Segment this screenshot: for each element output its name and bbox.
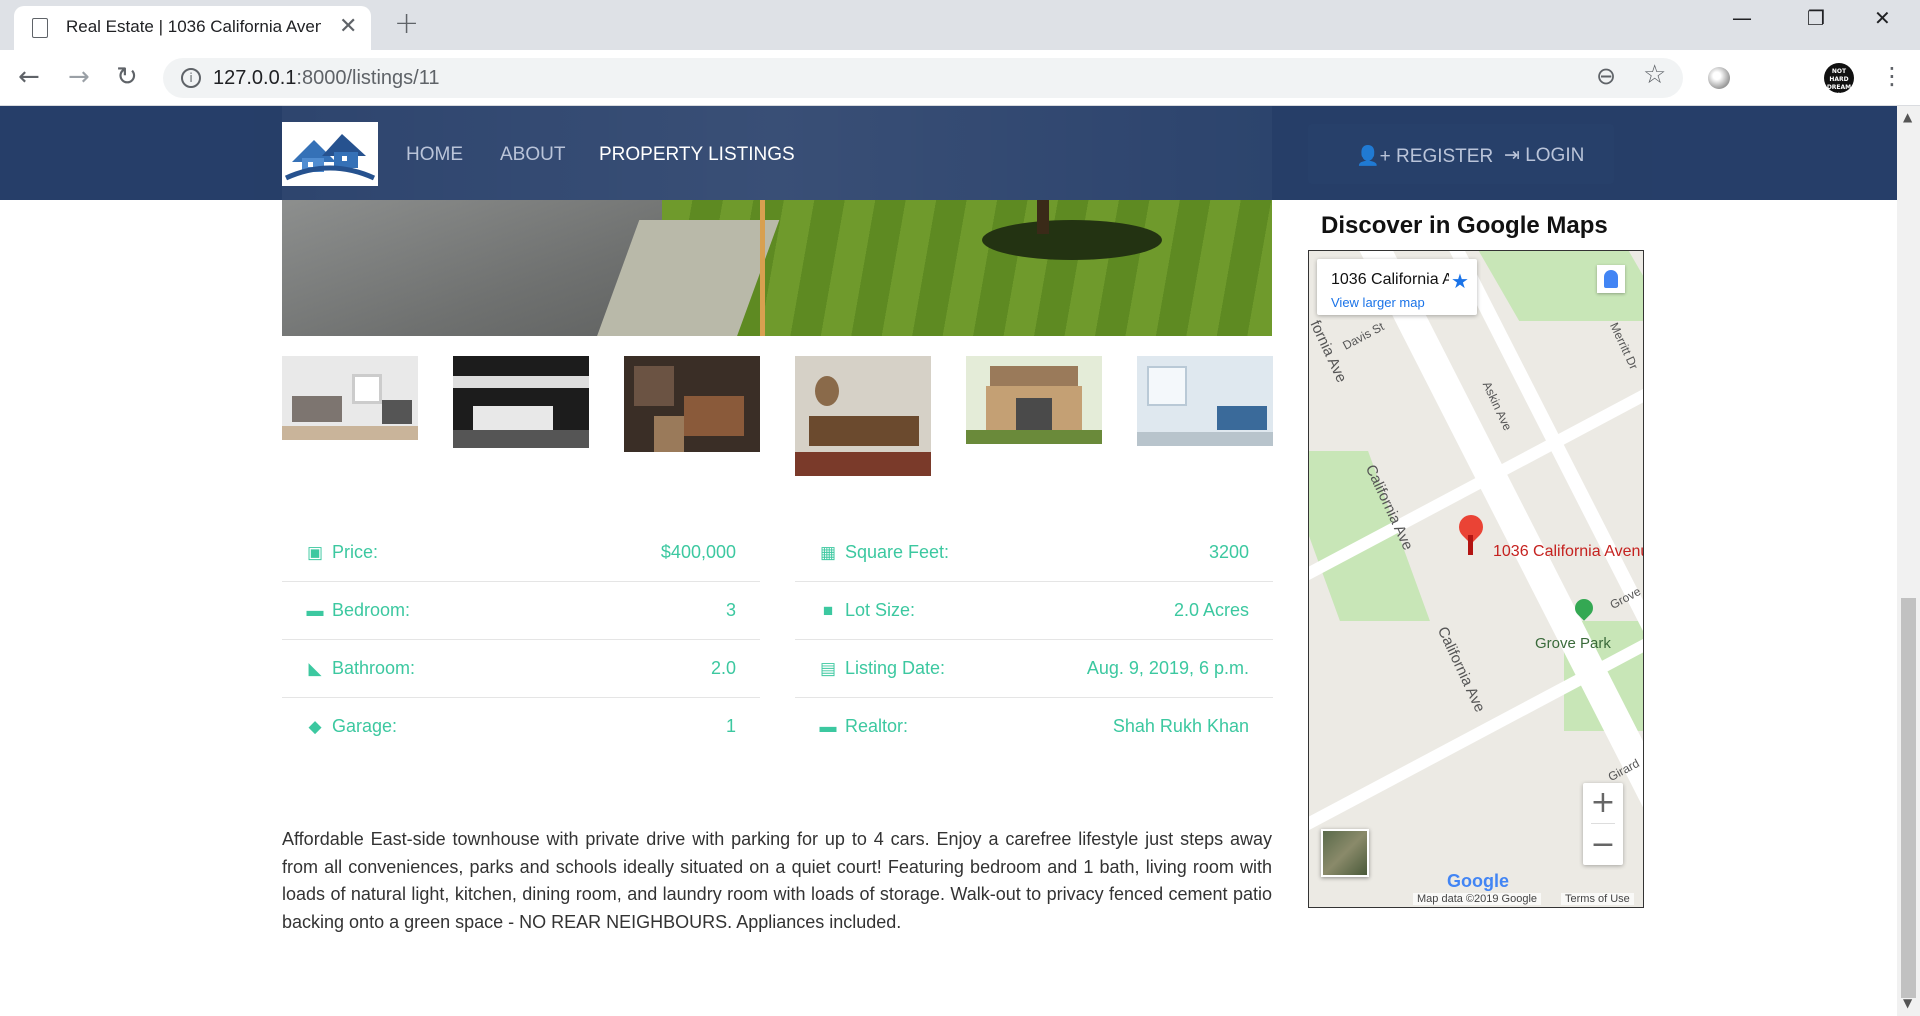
google-logo: Google	[1447, 871, 1509, 891]
browser-tab[interactable]: Real Estate | 1036 California Aven ✕	[14, 6, 371, 50]
satellite-toggle[interactable]	[1321, 829, 1369, 877]
listing-main-image	[282, 200, 1272, 336]
new-tab-button[interactable]: +	[394, 6, 419, 41]
nav-about[interactable]: ABOUT	[500, 144, 565, 166]
calendar-icon: ▤	[819, 659, 837, 678]
site-logo[interactable]	[282, 122, 378, 186]
scroll-down-arrow-icon[interactable]: ▼	[1903, 996, 1912, 1010]
scroll-up-arrow-icon[interactable]: ▲	[1903, 110, 1912, 124]
thumbnail-bathroom[interactable]	[1137, 356, 1273, 446]
thumbnail-kitchen[interactable]	[624, 356, 760, 452]
auth-links: 👤+ REGISTER ⇥ LOGIN	[1308, 124, 1614, 184]
listing-description: Affordable East-side townhouse with priv…	[282, 829, 1272, 932]
detail-listing-date: ▤ Listing Date: Aug. 9, 2019, 6 p.m.	[795, 640, 1273, 698]
browser-menu-icon[interactable]: ⋮	[1880, 62, 1904, 90]
page-viewport: HOME ABOUT PROPERTY LISTINGS 👤+ REGISTER…	[0, 106, 1897, 1016]
detail-price: ▣ Price: $400,000	[282, 524, 760, 582]
nav-home[interactable]: HOME	[406, 144, 463, 166]
bath-icon: ◣	[308, 659, 322, 678]
detail-garage: ◆ Garage: 1	[282, 698, 760, 756]
street-label: fornia Ave	[1308, 317, 1350, 386]
street-label: Merritt Dr	[1607, 320, 1641, 372]
realtor-value: Shah Rukh Khan	[1112, 716, 1249, 736]
bookmark-star-icon[interactable]: ☆	[1643, 60, 1666, 90]
map-zoom-controls: + −	[1583, 783, 1623, 865]
save-star-icon[interactable]: ★	[1451, 269, 1469, 293]
detail-bathroom: ◣ Bathroom: 2.0	[282, 640, 760, 698]
forward-button[interactable]: →	[68, 62, 90, 92]
bed-icon: ▬	[819, 717, 837, 736]
lot-size-value: 2.0 Acres	[1173, 600, 1249, 620]
bathroom-value: 2.0	[710, 658, 736, 678]
square-icon: ■	[822, 601, 834, 620]
detail-lot-size: ■ Lot Size: 2.0 Acres	[795, 582, 1273, 640]
zoom-out-button[interactable]: −	[1583, 825, 1623, 865]
square-feet-value: 3200	[1208, 542, 1249, 562]
address-bar[interactable]: i 127.0.0.1:8000/listings/11 ⊖ ☆	[163, 58, 1683, 98]
street-label: California Ave	[1433, 624, 1489, 715]
page-icon	[32, 18, 48, 38]
map-footer: Map data ©2019 Google Terms of Use	[1309, 891, 1643, 907]
browser-tab-strip: Real Estate | 1036 California Aven ✕ + —…	[0, 0, 1920, 50]
site-navbar: HOME ABOUT PROPERTY LISTINGS 👤+ REGISTER…	[0, 106, 1897, 200]
profile-avatar[interactable]: NOT HARD DREAM BIG	[1824, 63, 1854, 99]
pegman-icon[interactable]	[1597, 265, 1625, 293]
park-label: Grove Park	[1535, 635, 1611, 652]
garage-value: 1	[725, 716, 736, 736]
thumbnail-game-room[interactable]	[795, 356, 931, 476]
extension-icon[interactable]	[1708, 67, 1730, 89]
map-data-text: Map data ©2019 Google	[1413, 893, 1542, 905]
street-label: Davis St	[1340, 319, 1387, 353]
back-button[interactable]: ←	[18, 62, 40, 92]
place-title: 1036 California Avenue	[1331, 271, 1449, 288]
map-heading: Discover in Google Maps	[1321, 212, 1608, 239]
zoom-icon[interactable]: ⊖	[1596, 62, 1616, 90]
page-scrollbar[interactable]: ▲ ▼	[1897, 106, 1920, 1016]
nav-property-listings[interactable]: PROPERTY LISTINGS	[599, 144, 795, 166]
detail-bedroom: ▬ Bedroom: 3	[282, 582, 760, 640]
pin-label: 1036 California Avenue	[1493, 543, 1644, 560]
browser-toolbar: ← → ↻ i 127.0.0.1:8000/listings/11 ⊖ ☆ N…	[0, 50, 1920, 106]
listing-date-value: Aug. 9, 2019, 6 p.m.	[1086, 658, 1249, 678]
street-label: Askin Ave	[1479, 379, 1515, 433]
sign-in-icon: ⇥	[1504, 145, 1520, 166]
login-link[interactable]: ⇥ LOGIN	[1504, 144, 1584, 167]
view-larger-map-link[interactable]: View larger map	[1331, 295, 1425, 310]
detail-realtor: ▬ Realtor: Shah Rukh Khan	[795, 698, 1273, 756]
url-text[interactable]: 127.0.0.1:8000/listings/11	[213, 67, 439, 90]
window-close-button[interactable]: ✕	[1874, 6, 1891, 30]
thumbnail-living-room[interactable]	[282, 356, 418, 440]
google-map[interactable]: fornia Ave Davis St Askin Ave Merritt Dr…	[1308, 250, 1644, 908]
map-place-card: 1036 California Avenue View larger map ★	[1317, 259, 1477, 315]
thumbnail-garage[interactable]	[966, 356, 1102, 444]
tab-close-icon[interactable]: ✕	[339, 14, 357, 39]
tab-title: Real Estate | 1036 California Aven	[66, 17, 321, 36]
bed-icon: ▬	[306, 601, 324, 620]
th-large-icon: ▦	[819, 543, 837, 562]
car-icon: ◆	[308, 717, 322, 736]
terms-link[interactable]: Terms of Use	[1561, 893, 1634, 905]
money-icon: ▣	[306, 543, 324, 562]
bedroom-value: 3	[725, 600, 736, 620]
thumbnail-bedroom[interactable]	[453, 356, 589, 448]
minimize-button[interactable]: —	[1732, 6, 1752, 30]
register-link[interactable]: 👤+ REGISTER	[1356, 144, 1493, 168]
zoom-in-button[interactable]: +	[1583, 783, 1623, 823]
price-value: $400,000	[660, 542, 736, 562]
user-plus-icon: 👤+	[1356, 146, 1391, 167]
reload-button[interactable]: ↻	[116, 62, 138, 92]
scroll-thumb[interactable]	[1901, 598, 1916, 998]
maximize-button[interactable]: ❐	[1807, 6, 1825, 30]
detail-square-feet: ▦ Square Feet: 3200	[795, 524, 1273, 582]
site-info-icon[interactable]: i	[181, 68, 201, 88]
